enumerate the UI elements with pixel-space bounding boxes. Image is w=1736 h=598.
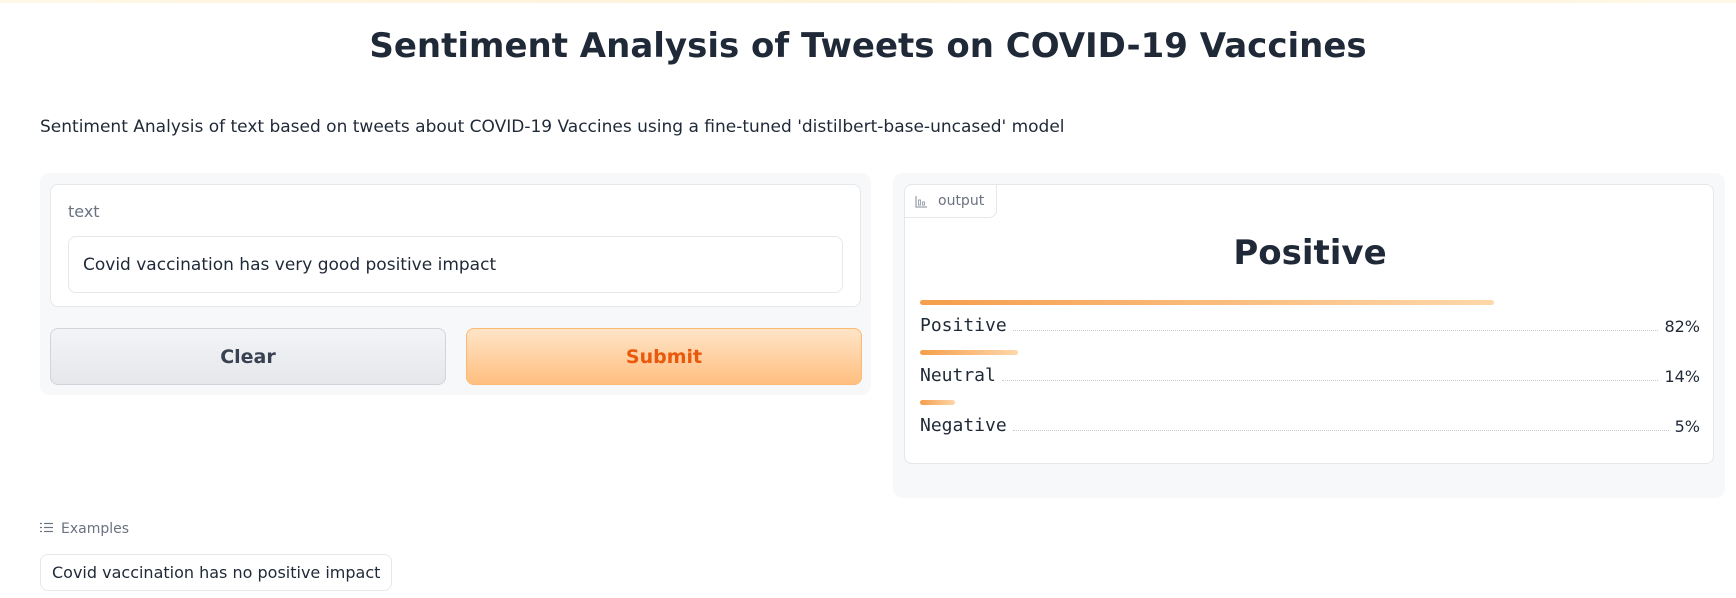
confidence-row-negative[interactable]: Negative 5% xyxy=(920,400,1700,436)
output-panel: output Positive Positive 82% Neutral 14%… xyxy=(893,173,1725,498)
confidence-bar xyxy=(920,400,955,405)
text-input-label: text xyxy=(68,202,100,221)
output-block: output Positive Positive 82% Neutral 14%… xyxy=(904,184,1714,464)
bar-chart-icon xyxy=(915,195,928,208)
clear-button[interactable]: Clear xyxy=(50,328,446,385)
confidence-label: Positive xyxy=(920,315,1007,336)
confidence-row-neutral[interactable]: Neutral 14% xyxy=(920,350,1700,386)
input-panel: text Clear Submit xyxy=(40,173,871,395)
examples-header-label: Examples xyxy=(61,521,130,537)
confidence-percent: 5% xyxy=(1674,417,1700,436)
confidence-bar xyxy=(920,350,1018,355)
text-input-block: text xyxy=(50,184,861,307)
confidence-label: Negative xyxy=(920,415,1007,436)
confidence-dots xyxy=(1012,430,1669,431)
confidence-row-positive[interactable]: Positive 82% xyxy=(920,300,1700,336)
confidence-dots xyxy=(1001,380,1659,381)
examples-header: Examples xyxy=(40,521,129,537)
predicted-label: Positive xyxy=(1233,233,1387,273)
submit-button[interactable]: Submit xyxy=(466,328,862,385)
example-item[interactable]: Covid vaccination has no positive impact xyxy=(40,554,393,591)
list-icon xyxy=(40,521,53,537)
output-tag: output xyxy=(905,185,998,218)
page-title: Sentiment Analysis of Tweets on COVID-19… xyxy=(369,26,1367,66)
confidence-bar xyxy=(920,300,1494,305)
confidence-percent: 82% xyxy=(1664,317,1700,336)
confidence-dots xyxy=(1012,330,1659,331)
text-input[interactable] xyxy=(68,236,843,293)
output-tag-label: output xyxy=(938,193,985,209)
page-description: Sentiment Analysis of text based on twee… xyxy=(40,117,1065,137)
confidence-percent: 14% xyxy=(1664,367,1700,386)
confidence-label: Neutral xyxy=(920,365,996,386)
top-accent-bar xyxy=(0,0,1736,3)
